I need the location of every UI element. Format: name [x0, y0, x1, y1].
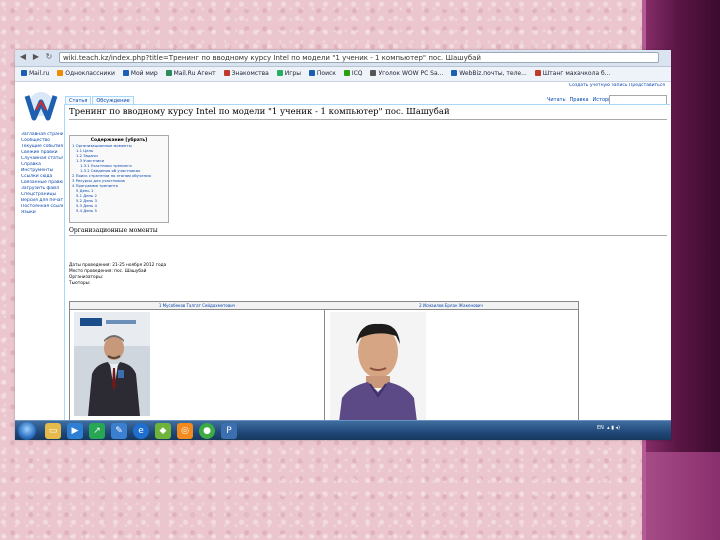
- address-bar: ◀ ▶ ↻ wiki.teach.kz/index.php?title=Трен…: [15, 50, 671, 67]
- reload-icon[interactable]: ↻: [44, 52, 54, 62]
- app-icon[interactable]: P: [221, 423, 237, 439]
- section-divider: [69, 235, 667, 236]
- browser-screenshot: ◀ ▶ ↻ wiki.teach.kz/index.php?title=Трен…: [15, 50, 671, 440]
- bookmark-item[interactable]: Игры: [276, 67, 301, 81]
- ie-icon[interactable]: e: [133, 423, 149, 439]
- start-button[interactable]: [18, 422, 36, 440]
- system-tray: EN ▴ ▮ ◂): [597, 425, 620, 431]
- explorer-icon[interactable]: ▭: [45, 423, 61, 439]
- paint-icon[interactable]: ✎: [111, 423, 127, 439]
- table-of-contents: Содержание [убрать] 1 Организационные мо…: [69, 135, 169, 223]
- bookmarks-bar: Mail.ru Одноклассники Мой мир Mail.Ru Аг…: [15, 67, 671, 82]
- account-links[interactable]: Создать учётную запись Представиться: [415, 83, 665, 88]
- tutor-photo[interactable]: [74, 312, 150, 416]
- wiki-content: Тренинг по вводному курсу Intel по модел…: [64, 104, 670, 424]
- tab-read[interactable]: Читать: [545, 96, 568, 104]
- event-info: Даты проведения: 21-25 ноября 2012 года …: [69, 263, 166, 287]
- bookmark-item[interactable]: Штанг махачкола б...: [534, 67, 610, 81]
- language-indicator[interactable]: EN: [597, 425, 604, 431]
- bookmark-item[interactable]: Мой мир: [122, 67, 158, 81]
- bookmark-icon: [534, 70, 541, 76]
- bookmark-icon: [276, 70, 283, 76]
- bookmark-item[interactable]: WebBiz.почты, теле...: [451, 67, 527, 81]
- wiki-logo-icon[interactable]: [23, 90, 59, 124]
- bookmark-icon: [21, 70, 27, 76]
- title-divider: [69, 119, 667, 120]
- bookmark-icon: [165, 70, 172, 76]
- bookmark-item[interactable]: ICQ: [343, 67, 363, 81]
- url-field[interactable]: wiki.teach.kz/index.php?title=Тренинг по…: [59, 52, 659, 63]
- page-title: Тренинг по вводному курсу Intel по модел…: [69, 107, 450, 117]
- windows-taskbar: ▭ ▶ ↗ ✎ e ◆ ◎ ● P EN ▴ ▮ ◂): [15, 420, 671, 440]
- tutor-cell: 2 Исмаилов Ерлан Жакенович: [324, 302, 578, 424]
- tab-edit[interactable]: Правка: [568, 96, 591, 104]
- bookmark-icon: [343, 70, 350, 76]
- sidebar-item[interactable]: Языки: [21, 210, 63, 216]
- chrome-icon[interactable]: ●: [199, 423, 215, 439]
- wiki-sidebar: Заглавная страница Сообщество Текущие со…: [21, 132, 63, 216]
- tutor-name-link[interactable]: 2 Исмаилов Ерлан Жакенович: [324, 302, 578, 310]
- chart-icon[interactable]: ↗: [89, 423, 105, 439]
- bookmark-icon: [308, 70, 315, 76]
- section-heading: Организационные моменты: [69, 227, 158, 234]
- tray-icons[interactable]: ▴ ▮ ◂): [606, 425, 620, 431]
- bookmark-item[interactable]: Mail.ru: [21, 67, 49, 81]
- tutor-cell: 1 Мусабеков Талгат Сейдахметович: [70, 302, 325, 424]
- info-line: Тьюторы:: [69, 281, 91, 286]
- tutor-photo[interactable]: [330, 312, 426, 424]
- bookmark-icon: [370, 70, 377, 76]
- slide-band-bottom: [646, 452, 720, 540]
- bookmark-item[interactable]: Mail.Ru Агент: [165, 67, 216, 81]
- ok-icon[interactable]: ◎: [177, 423, 193, 439]
- bookmark-icon: [122, 70, 129, 76]
- toc-item[interactable]: 5.4 День 5: [72, 208, 166, 213]
- wiki-page: Создать учётную запись Представиться Ста…: [15, 82, 671, 424]
- tutors-table: 1 Мусабеков Талгат Сейдахметович 2 Исмаи…: [69, 301, 579, 424]
- forward-icon[interactable]: ▶: [31, 52, 41, 62]
- bookmark-icon: [57, 70, 64, 76]
- bookmark-icon: [451, 70, 458, 76]
- back-icon[interactable]: ◀: [18, 52, 28, 62]
- forum-icon[interactable]: ◆: [155, 423, 171, 439]
- bookmark-item[interactable]: Поиск: [308, 67, 336, 81]
- bookmark-item[interactable]: Уголок WOW PC Sa...: [370, 67, 443, 81]
- bookmark-item[interactable]: Знакомства: [223, 67, 269, 81]
- media-player-icon[interactable]: ▶: [67, 423, 83, 439]
- bookmark-icon: [223, 70, 230, 76]
- bookmark-item[interactable]: Одноклассники: [57, 67, 115, 81]
- wiki-tabs-right: Читать Правка История: [545, 96, 616, 104]
- tutor-name-link[interactable]: 1 Мусабеков Талгат Сейдахметович: [70, 302, 324, 310]
